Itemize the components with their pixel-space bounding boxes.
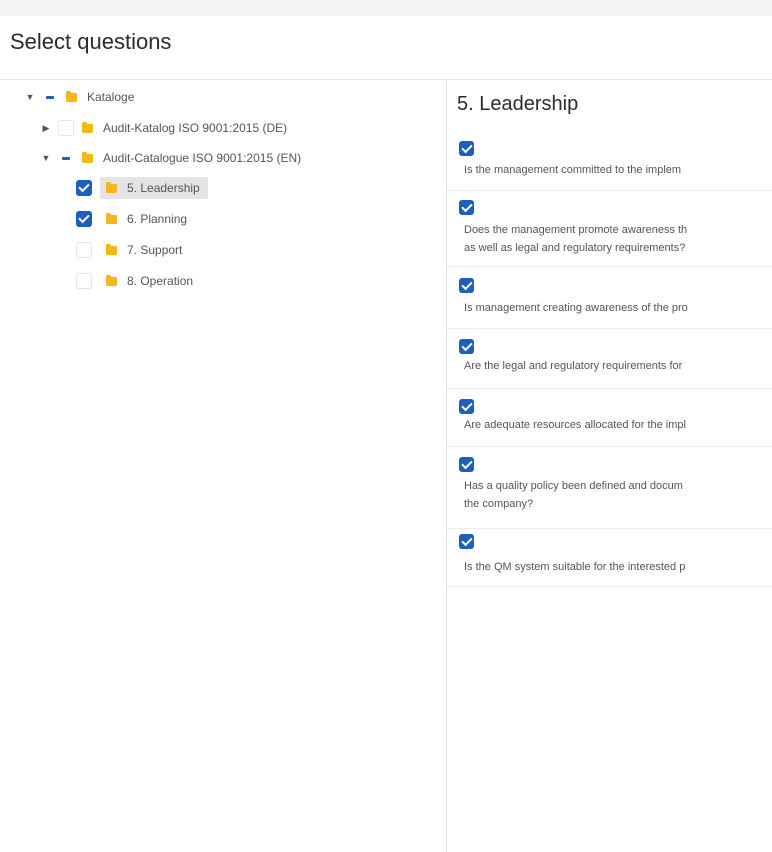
caret-right-icon[interactable]: ▶ <box>40 123 52 133</box>
caret-down-icon[interactable]: ▼ <box>24 92 36 102</box>
question-item[interactable]: Is management creating awareness of the … <box>447 267 772 329</box>
question-checkbox[interactable] <box>459 278 474 293</box>
leadership-checkbox[interactable] <box>76 180 92 196</box>
question-text: Are the legal and regulatory requirement… <box>464 357 682 375</box>
question-checkbox[interactable] <box>459 200 474 215</box>
question-text: Is management creating awareness of the … <box>464 299 688 317</box>
folder-icon <box>106 274 117 286</box>
folder-icon <box>106 212 117 224</box>
tree-node-leadership[interactable]: 5. Leadership <box>76 174 208 202</box>
catalog-tree-panel: ▼ Kataloge ▶ Audit-Katalog ISO 9001:2015… <box>0 81 446 852</box>
questions-panel: 5. Leadership Is the management committe… <box>447 81 772 852</box>
tree-node-catalog-de[interactable]: ▶ Audit-Katalog ISO 9001:2015 (DE) <box>40 114 287 142</box>
tree-node-label: 5. Leadership <box>127 181 200 195</box>
question-text: Are adequate resources allocated for the… <box>464 416 686 434</box>
folder-icon <box>66 90 77 102</box>
question-checkbox[interactable] <box>459 534 474 549</box>
tree-node-label: 6. Planning <box>127 212 188 226</box>
tree-node-planning[interactable]: 6. Planning <box>76 205 187 233</box>
folder-icon <box>106 181 117 193</box>
support-checkbox[interactable] <box>76 242 92 258</box>
question-checkbox[interactable] <box>459 339 474 354</box>
window-top-strip <box>0 0 772 16</box>
question-line-1: Are the legal and regulatory requirement… <box>464 360 683 372</box>
catalog-de-checkbox[interactable] <box>58 120 74 136</box>
caret-down-icon[interactable]: ▼ <box>40 153 52 163</box>
question-line-1: Is the management committed to the imple… <box>464 164 682 176</box>
tree-node-label: 8. Operation <box>127 274 194 288</box>
question-line-1: Are adequate resources allocated for the… <box>464 419 686 431</box>
tree-node-label: Kataloge <box>87 90 135 104</box>
question-line-1: Is management creating awareness of the … <box>464 302 688 314</box>
question-item[interactable]: Are the legal and regulatory requirement… <box>447 329 772 389</box>
tree-node-operation[interactable]: 8. Operation <box>76 267 193 295</box>
question-line-1: Has a quality policy been defined and do… <box>464 480 683 492</box>
question-line-2: the company? <box>464 498 534 510</box>
tree-node-label: 7. Support <box>127 243 183 257</box>
catalog-en-partial-checkbox[interactable] <box>58 150 74 166</box>
dialog-header: Select questions <box>0 16 772 80</box>
folder-icon <box>106 243 117 255</box>
partial-checkbox[interactable] <box>42 89 58 105</box>
question-text: Has a quality policy been defined and do… <box>464 477 683 513</box>
question-item[interactable]: Is the management committed to the imple… <box>447 133 772 191</box>
question-checkbox[interactable] <box>459 457 474 472</box>
planning-checkbox[interactable] <box>76 211 92 227</box>
question-text: Is the QM system suitable for the intere… <box>464 558 685 576</box>
folder-icon <box>82 151 93 163</box>
section-title: 5. Leadership <box>457 93 579 115</box>
folder-icon <box>82 121 93 133</box>
question-item[interactable]: Is the QM system suitable for the intere… <box>447 529 772 587</box>
question-text: Is the management committed to the imple… <box>464 161 681 179</box>
tree-node-support[interactable]: 7. Support <box>76 236 182 264</box>
dialog-title: Select questions <box>10 29 172 54</box>
question-line-2: as well as legal and regulatory requirem… <box>464 242 686 254</box>
selected-node-highlight[interactable]: 5. Leadership <box>100 177 208 199</box>
question-item[interactable]: Does the management promote awareness th… <box>447 191 772 267</box>
question-item[interactable]: Has a quality policy been defined and do… <box>447 447 772 529</box>
question-checkbox[interactable] <box>459 141 474 156</box>
question-line-1: Does the management promote awareness th <box>464 224 688 236</box>
question-line-1: Is the QM system suitable for the intere… <box>464 561 686 573</box>
tree-node-label: Audit-Catalogue ISO 9001:2015 (EN) <box>103 151 302 165</box>
question-item[interactable]: Are adequate resources allocated for the… <box>447 389 772 447</box>
tree-node-kataloge[interactable]: ▼ Kataloge <box>24 83 135 111</box>
question-checkbox[interactable] <box>459 399 474 414</box>
tree-node-catalog-en[interactable]: ▼ Audit-Catalogue ISO 9001:2015 (EN) <box>40 144 302 172</box>
question-text: Does the management promote awareness th… <box>464 221 687 257</box>
operation-checkbox[interactable] <box>76 273 92 289</box>
tree-node-label: Audit-Katalog ISO 9001:2015 (DE) <box>103 121 288 135</box>
